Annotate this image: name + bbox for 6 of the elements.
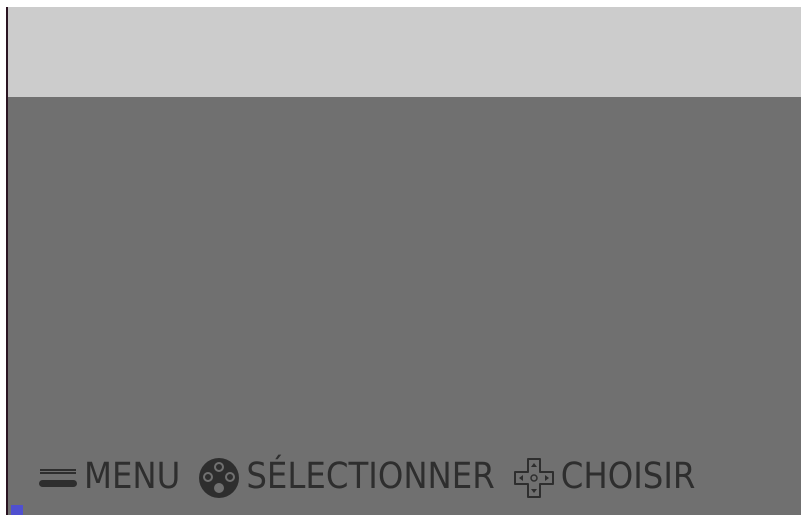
help-label: MENU bbox=[84, 455, 180, 500]
face-buttons-icon bbox=[198, 456, 240, 499]
cursor-marker bbox=[11, 505, 23, 515]
dpad-icon bbox=[512, 456, 555, 499]
help-label: CHOISIR bbox=[560, 455, 696, 500]
help-label: SÉLECTIONNER bbox=[246, 454, 495, 500]
